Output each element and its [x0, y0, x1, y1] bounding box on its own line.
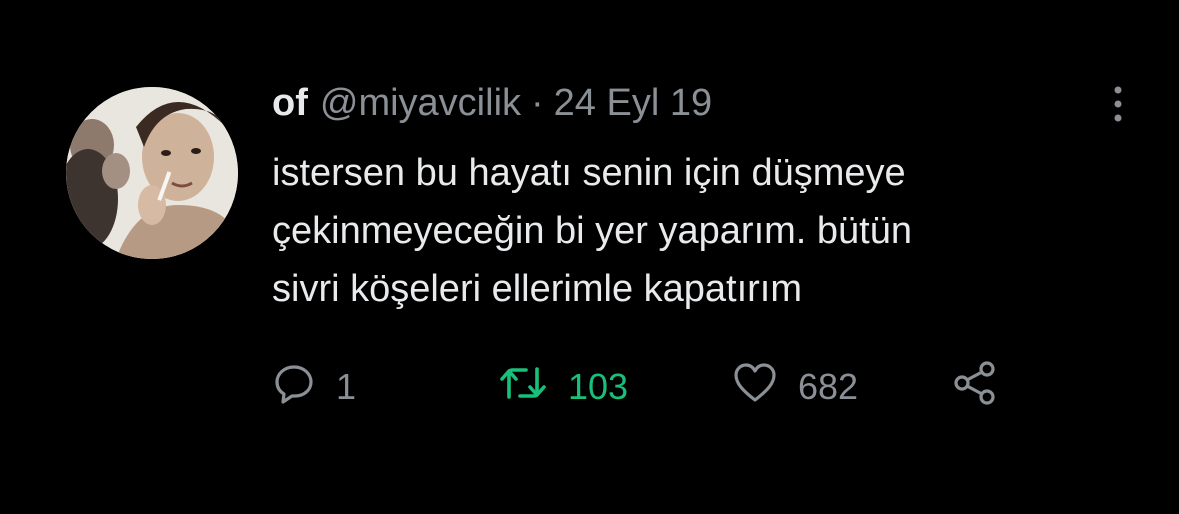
separator-dot: ·: [531, 82, 544, 124]
like-icon: [732, 361, 778, 414]
display-name[interactable]: of: [272, 82, 308, 125]
tweet-actions: 1 103 682: [272, 360, 1032, 415]
like-button[interactable]: 682: [732, 362, 858, 412]
avatar[interactable]: [66, 87, 238, 259]
retweet-icon: [498, 361, 548, 414]
reply-count: 1: [336, 366, 357, 407]
tweet-date[interactable]: 24 Eyl 19: [554, 82, 712, 125]
reply-button[interactable]: 1: [272, 362, 356, 412]
share-icon: [952, 360, 998, 415]
retweet-button[interactable]: 103: [498, 362, 628, 412]
tweet-header: of @miyavcilik · 24 Eyl 19: [272, 82, 712, 126]
like-count: 682: [798, 366, 859, 407]
retweet-count: 103: [568, 366, 629, 407]
tweet-card[interactable]: of @miyavcilik · 24 Eyl 19 istersen bu h…: [0, 0, 1179, 514]
share-button[interactable]: [952, 360, 998, 415]
tweet-text: istersen bu hayatı senin için düşmeye çe…: [272, 152, 912, 310]
reply-icon: [272, 361, 316, 414]
user-handle[interactable]: @miyavcilik: [320, 82, 521, 125]
more-vertical-icon[interactable]: [1106, 84, 1130, 124]
